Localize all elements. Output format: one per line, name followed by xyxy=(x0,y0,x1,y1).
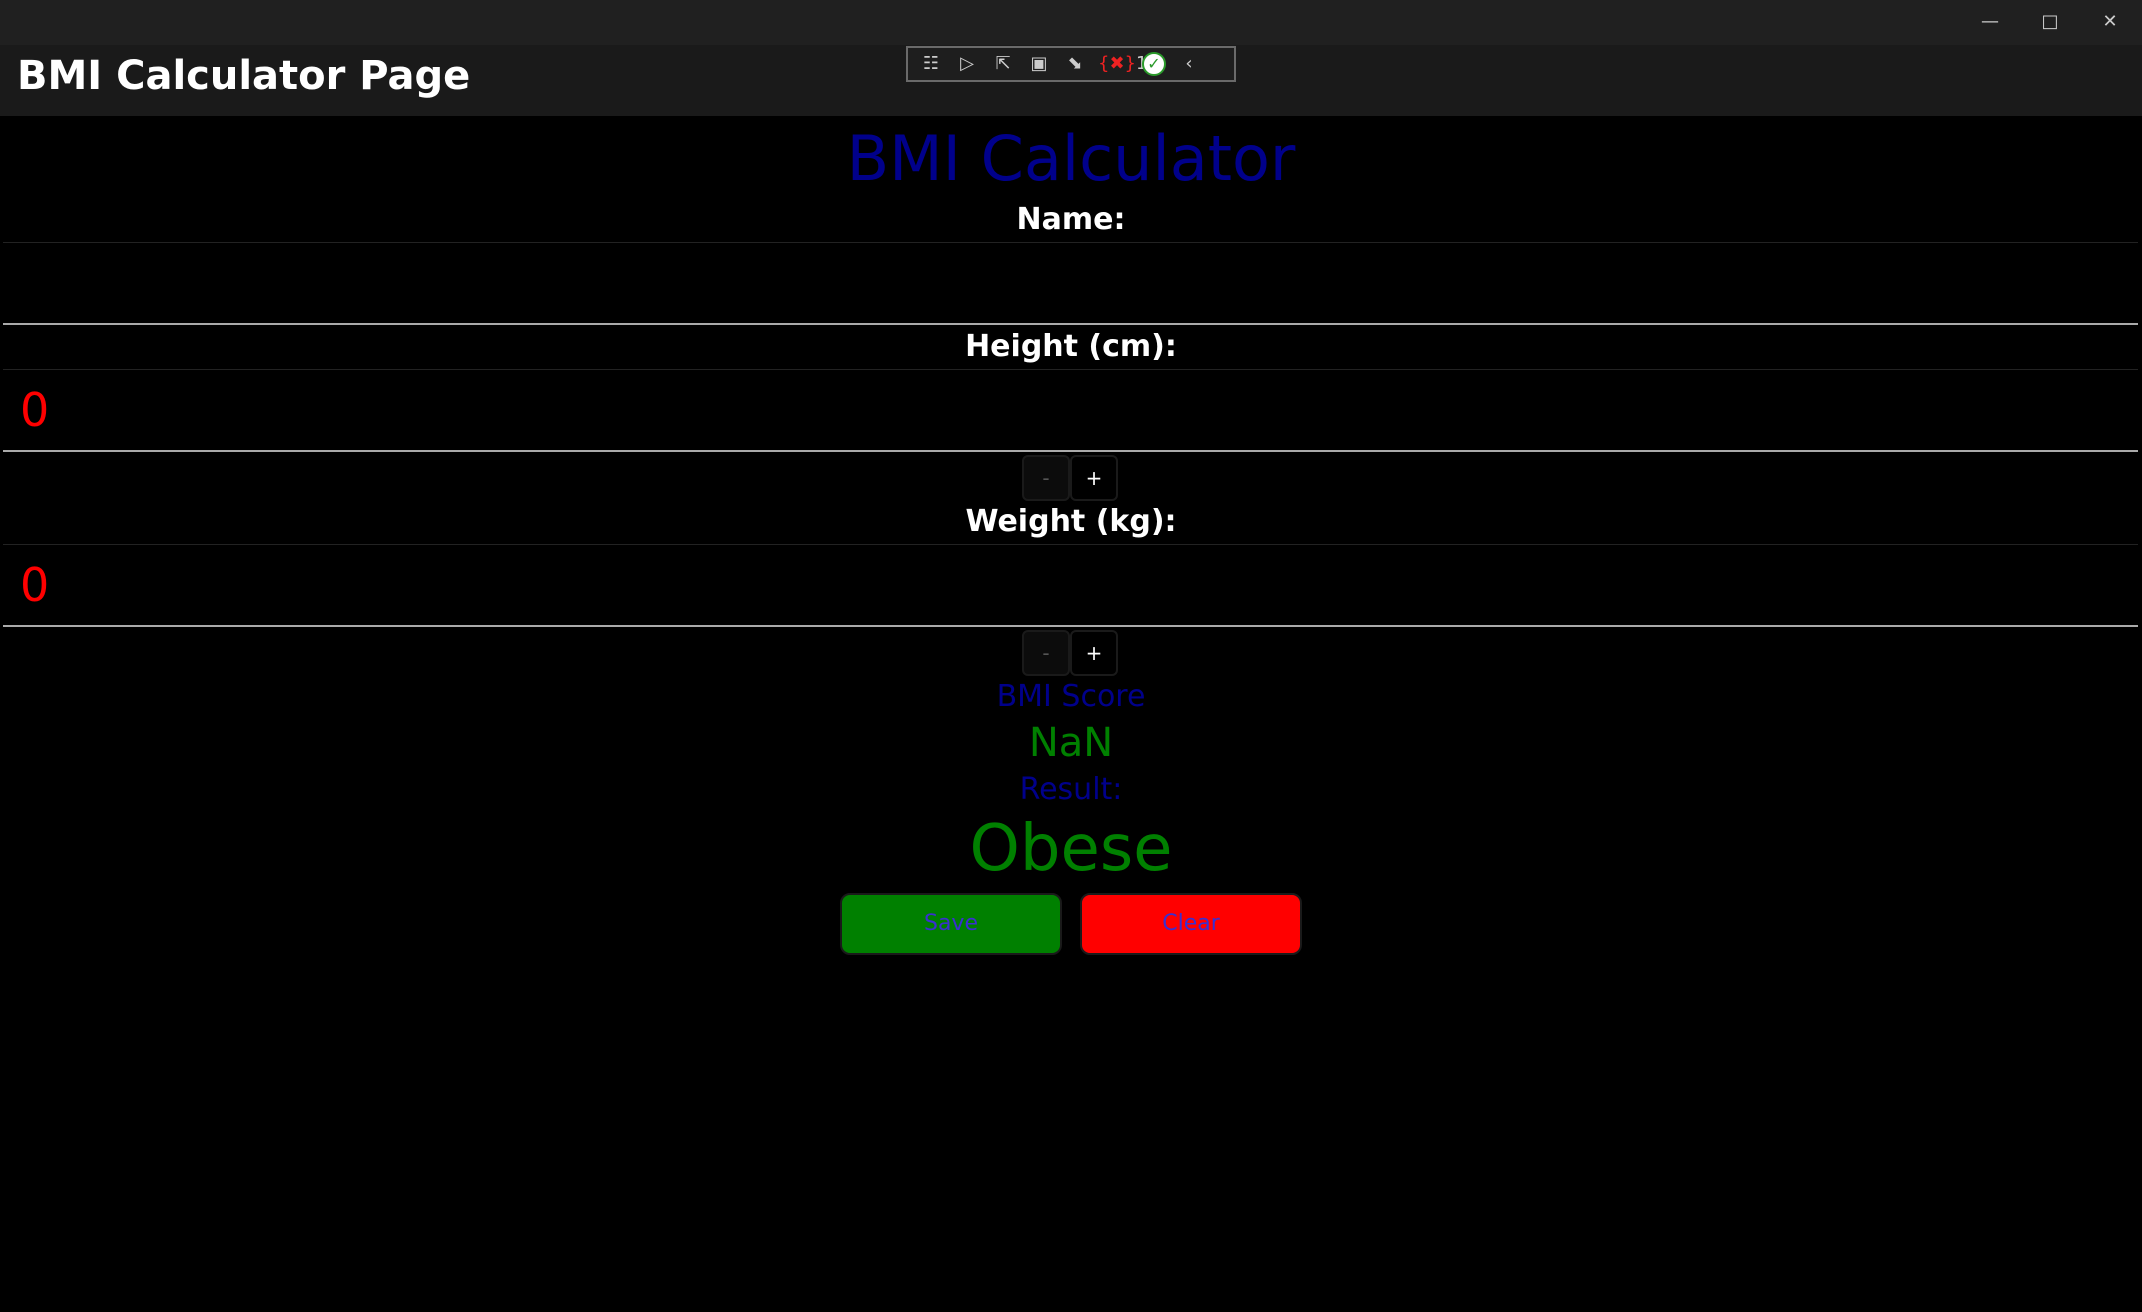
select-element-icon[interactable]: ⇱ xyxy=(990,52,1016,76)
minimize-button[interactable]: — xyxy=(1970,8,2010,36)
save-button[interactable]: Save xyxy=(840,893,1062,955)
video-icon[interactable]: ▷ xyxy=(954,52,980,76)
track-focus-icon[interactable]: ⬊ xyxy=(1062,52,1088,76)
result-value: Obese xyxy=(969,812,1173,886)
weight-decrement-button[interactable]: - xyxy=(1022,630,1070,676)
hot-reload-ok-icon[interactable]: ✓ xyxy=(1142,52,1166,76)
bmi-score-value: NaN xyxy=(1028,720,1114,766)
maximize-button[interactable]: □ xyxy=(2030,8,2070,36)
window-title-bar: — □ ✕ xyxy=(0,0,2142,45)
page-title: BMI Calculator Page xyxy=(17,53,471,99)
height-label: Height (cm): xyxy=(965,329,1177,364)
height-decrement-button[interactable]: - xyxy=(1022,455,1070,501)
app-heading: BMI Calculator xyxy=(846,122,1296,195)
height-input[interactable]: 0 xyxy=(3,369,2138,452)
weight-stepper: - + xyxy=(1022,630,1119,676)
height-stepper: - + xyxy=(1022,455,1119,501)
weight-increment-button[interactable]: + xyxy=(1070,630,1118,676)
result-label: Result: xyxy=(1019,772,1123,807)
live-visual-tree-icon[interactable]: ☷ xyxy=(918,52,944,76)
name-input[interactable] xyxy=(3,242,2138,325)
display-layout-adorners-icon[interactable]: ▣ xyxy=(1026,52,1052,76)
weight-label: Weight (kg): xyxy=(965,504,1177,539)
name-label: Name: xyxy=(1016,202,1126,237)
bmi-score-label: BMI Score xyxy=(996,679,1146,714)
weight-input[interactable]: 0 xyxy=(3,544,2138,627)
binding-errors-icon[interactable]: {✖}1 xyxy=(1098,52,1147,76)
close-button[interactable]: ✕ xyxy=(2090,8,2130,36)
clear-button[interactable]: Clear xyxy=(1080,893,1302,955)
collapse-chevron-icon[interactable]: ‹ xyxy=(1176,52,1202,76)
height-increment-button[interactable]: + xyxy=(1070,455,1118,501)
debug-toolbar: ☷ ▷ ⇱ ▣ ⬊ {✖}1 ✓ ‹ xyxy=(906,46,1236,82)
